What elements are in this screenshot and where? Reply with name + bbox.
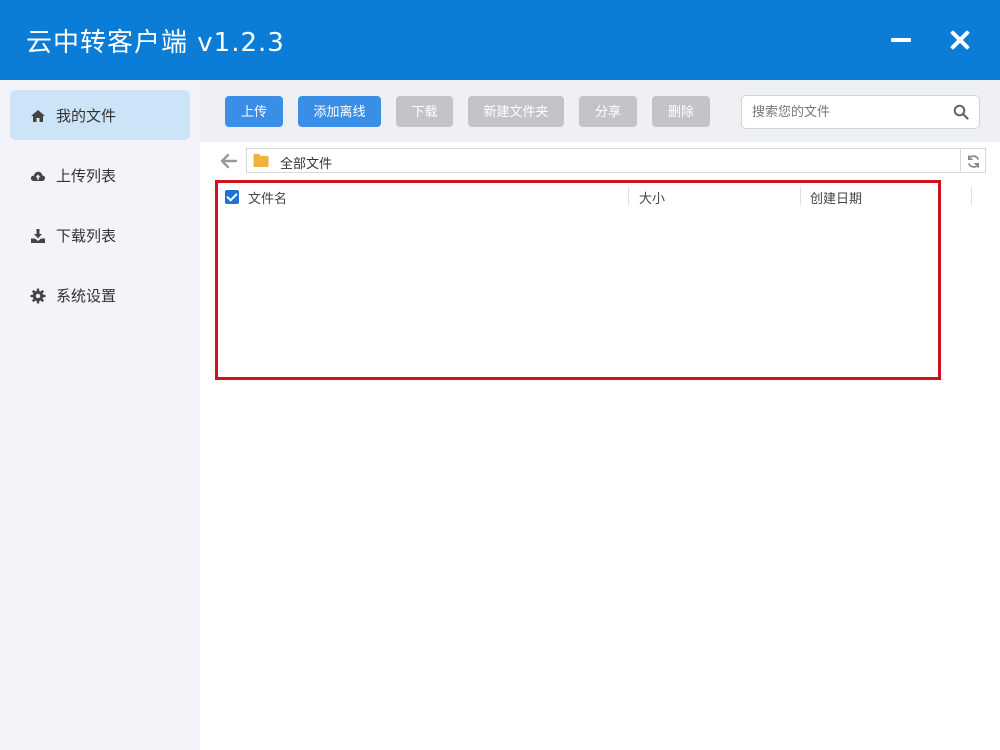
toolbar: 上传 添加离线 下载 新建文件夹 分享 删除 (200, 80, 1000, 142)
path-bar: 全部文件 (200, 142, 1000, 180)
download-icon (31, 229, 45, 243)
column-divider (800, 187, 801, 205)
column-header-name[interactable]: 文件名 (248, 188, 287, 207)
column-header-size[interactable]: 大小 (639, 188, 665, 207)
folder-icon (253, 154, 269, 167)
column-header-created-date[interactable]: 创建日期 (810, 188, 862, 207)
sidebar-item-upload-list[interactable]: 上传列表 (10, 150, 190, 200)
column-divider (628, 187, 629, 205)
download-button[interactable]: 下载 (396, 96, 453, 127)
refresh-icon (967, 155, 980, 168)
column-divider (971, 187, 972, 205)
sidebar-item-label: 下载列表 (56, 227, 117, 245)
refresh-button[interactable] (961, 148, 986, 173)
close-button[interactable] (946, 26, 974, 54)
upload-button[interactable]: 上传 (225, 96, 283, 127)
select-all-checkbox[interactable] (225, 190, 239, 204)
sidebar-item-settings[interactable]: 系统设置 (10, 270, 190, 320)
sidebar: 我的文件 上传列表 下载列表 系统设置 (0, 80, 200, 750)
gear-icon (30, 288, 46, 304)
share-button[interactable]: 分享 (579, 96, 637, 127)
new-folder-button[interactable]: 新建文件夹 (468, 96, 564, 127)
home-icon (31, 110, 45, 122)
title-bar: 云中转客户端 v1.2.3 (0, 0, 1000, 80)
cloud-upload-icon (30, 171, 46, 181)
breadcrumb: 全部文件 (246, 148, 961, 173)
app-title: 云中转客户端 v1.2.3 (26, 28, 285, 58)
delete-button[interactable]: 删除 (652, 96, 710, 127)
file-table: 文件名 大小 创建日期 (215, 180, 972, 380)
sidebar-item-label: 上传列表 (56, 167, 117, 185)
breadcrumb-current[interactable]: 全部文件 (280, 153, 332, 172)
search-input[interactable] (752, 102, 942, 122)
minimize-button[interactable] (887, 26, 915, 54)
sidebar-item-my-files[interactable]: 我的文件 (10, 90, 190, 140)
search-box (741, 95, 980, 129)
table-header: 文件名 大小 创建日期 (218, 183, 978, 211)
search-icon[interactable] (953, 104, 969, 120)
back-arrow-icon[interactable] (220, 152, 238, 170)
add-offline-button[interactable]: 添加离线 (298, 96, 381, 127)
sidebar-item-download-list[interactable]: 下载列表 (10, 210, 190, 260)
sidebar-item-label: 系统设置 (56, 287, 117, 305)
sidebar-item-label: 我的文件 (56, 107, 117, 125)
